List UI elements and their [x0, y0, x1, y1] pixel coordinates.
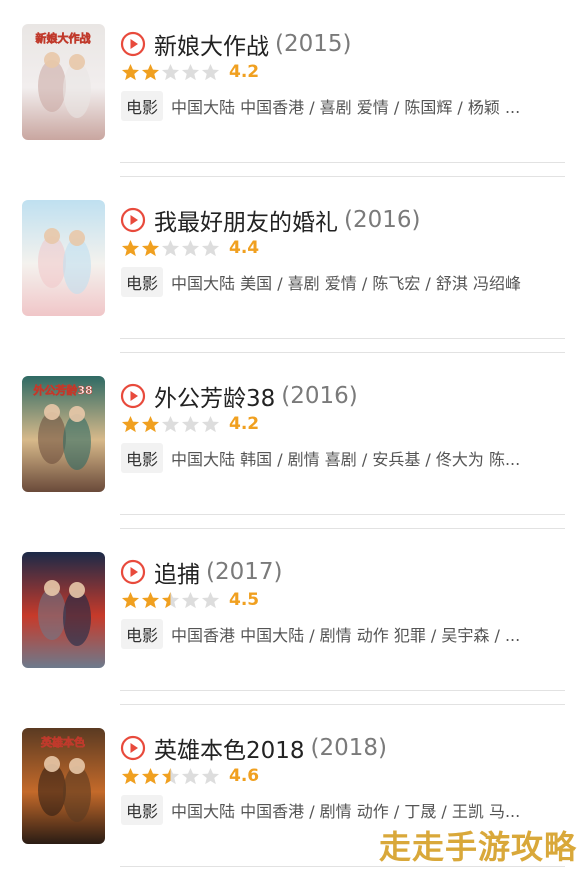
star-icon	[181, 239, 200, 258]
meta-row: 电影中国大陆 美国 / 喜剧 爱情 / 陈飞宏 / 舒淇 冯绍峰	[121, 267, 571, 297]
star-icon	[121, 239, 140, 258]
movie-meta: 中国大陆 中国香港 / 喜剧 爱情 / 陈国辉 / 杨颖 ...	[171, 94, 520, 118]
movie-meta: 中国大陆 美国 / 喜剧 爱情 / 陈飞宏 / 舒淇 冯绍峰	[171, 270, 521, 294]
movie-title[interactable]: 新娘大作战	[154, 27, 269, 61]
star-icon	[181, 415, 200, 434]
divider	[120, 514, 565, 515]
movie-item[interactable]: 我最好朋友的婚礼(2016)4.4电影中国大陆 美国 / 喜剧 爱情 / 陈飞宏…	[0, 176, 587, 352]
rating-score: 4.6	[229, 766, 259, 786]
movie-title[interactable]: 英雄本色2018	[154, 731, 305, 765]
star-icon	[201, 591, 220, 610]
movie-year: (2016)	[344, 207, 420, 233]
movie-item[interactable]: 新娘大作战新娘大作战(2015)4.2电影中国大陆 中国香港 / 喜剧 爱情 /…	[0, 0, 587, 176]
poster-title-text: 新娘大作战	[36, 31, 91, 45]
rating-score: 4.5	[229, 590, 259, 610]
divider	[120, 162, 565, 163]
star-icon	[121, 767, 140, 786]
type-tag: 电影	[121, 795, 163, 825]
play-icon[interactable]	[120, 383, 146, 409]
star-icon	[161, 415, 180, 434]
star-icon	[181, 591, 200, 610]
movie-year: (2018)	[311, 735, 387, 761]
movie-poster[interactable]	[22, 552, 105, 668]
star-icon	[181, 767, 200, 786]
star-rating	[121, 239, 221, 258]
play-icon[interactable]	[120, 735, 146, 761]
movie-meta: 中国香港 中国大陆 / 剧情 动作 犯罪 / 吴宇森 / ...	[171, 622, 520, 646]
movie-item[interactable]: 外公芳龄38外公芳龄38(2016)4.2电影中国大陆 韩国 / 剧情 喜剧 /…	[0, 352, 587, 528]
star-icon	[141, 591, 160, 610]
star-icon	[121, 415, 140, 434]
star-icon	[201, 767, 220, 786]
star-icon	[141, 63, 160, 82]
type-tag: 电影	[121, 91, 163, 121]
meta-row: 电影中国大陆 中国香港 / 剧情 动作 / 丁晟 / 王凯 马...	[121, 795, 571, 825]
movie-poster[interactable]: 英雄本色	[22, 728, 105, 844]
star-icon	[161, 239, 180, 258]
title-row[interactable]: 新娘大作战(2015)	[120, 28, 351, 60]
star-rating	[121, 415, 221, 434]
meta-row: 电影中国大陆 中国香港 / 喜剧 爱情 / 陈国辉 / 杨颖 ...	[121, 91, 571, 121]
play-icon[interactable]	[120, 207, 146, 233]
movie-year: (2016)	[281, 383, 357, 409]
movie-poster[interactable]	[22, 200, 105, 316]
movie-list: 新娘大作战新娘大作战(2015)4.2电影中国大陆 中国香港 / 喜剧 爱情 /…	[0, 0, 587, 874]
rating-row: 4.5	[121, 588, 259, 612]
star-icon	[121, 591, 140, 610]
play-icon[interactable]	[120, 31, 146, 57]
star-rating	[121, 767, 221, 786]
meta-row: 电影中国香港 中国大陆 / 剧情 动作 犯罪 / 吴宇森 / ...	[121, 619, 571, 649]
meta-row: 电影中国大陆 韩国 / 剧情 喜剧 / 安兵基 / 佟大为 陈...	[121, 443, 571, 473]
title-row[interactable]: 英雄本色2018(2018)	[120, 732, 387, 764]
movie-item[interactable]: 追捕(2017)4.5电影中国香港 中国大陆 / 剧情 动作 犯罪 / 吴宇森 …	[0, 528, 587, 704]
poster-title-text: 外公芳龄38	[32, 383, 92, 397]
star-icon	[141, 415, 160, 434]
movie-title[interactable]: 外公芳龄38	[154, 379, 275, 413]
movie-meta: 中国大陆 韩国 / 剧情 喜剧 / 安兵基 / 佟大为 陈...	[171, 446, 520, 470]
star-icon	[141, 239, 160, 258]
star-icon	[201, 63, 220, 82]
rating-row: 4.6	[121, 764, 259, 788]
star-icon	[121, 63, 140, 82]
rating-score: 4.4	[229, 238, 259, 258]
movie-year: (2015)	[275, 31, 351, 57]
rating-row: 4.2	[121, 412, 259, 436]
movie-title[interactable]: 追捕	[154, 555, 200, 589]
movie-poster[interactable]: 新娘大作战	[22, 24, 105, 140]
rating-score: 4.2	[229, 414, 259, 434]
movie-year: (2017)	[206, 559, 282, 585]
movie-title[interactable]: 我最好朋友的婚礼	[154, 203, 338, 237]
watermark: 走走手游攻略	[379, 822, 577, 868]
star-icon	[181, 63, 200, 82]
star-rating	[121, 591, 221, 610]
poster-title-text: 英雄本色	[40, 735, 85, 749]
star-icon	[201, 239, 220, 258]
rating-row: 4.2	[121, 60, 259, 84]
play-icon[interactable]	[120, 559, 146, 585]
divider	[120, 690, 565, 691]
star-icon	[161, 63, 180, 82]
star-icon	[161, 591, 180, 610]
divider	[120, 338, 565, 339]
type-tag: 电影	[121, 619, 163, 649]
rating-row: 4.4	[121, 236, 259, 260]
title-row[interactable]: 外公芳龄38(2016)	[120, 380, 358, 412]
title-row[interactable]: 我最好朋友的婚礼(2016)	[120, 204, 420, 236]
title-row[interactable]: 追捕(2017)	[120, 556, 282, 588]
star-icon	[201, 415, 220, 434]
rating-score: 4.2	[229, 62, 259, 82]
star-icon	[141, 767, 160, 786]
star-icon	[161, 767, 180, 786]
movie-poster[interactable]: 外公芳龄38	[22, 376, 105, 492]
type-tag: 电影	[121, 443, 163, 473]
star-rating	[121, 63, 221, 82]
movie-meta: 中国大陆 中国香港 / 剧情 动作 / 丁晟 / 王凯 马...	[171, 798, 520, 822]
type-tag: 电影	[121, 267, 163, 297]
